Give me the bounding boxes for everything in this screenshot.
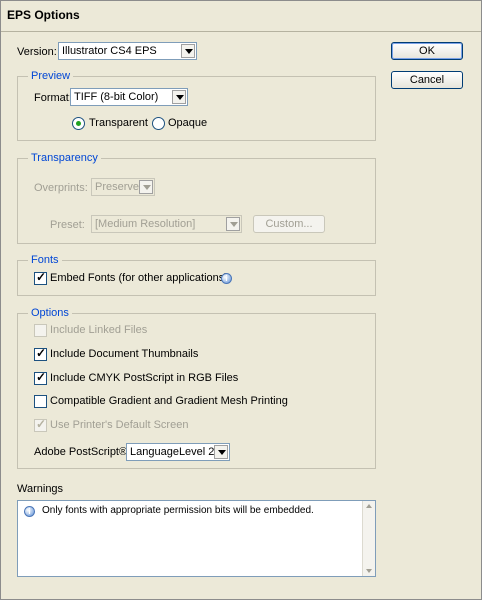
version-label: Version:: [17, 46, 57, 58]
transparency-legend: Transparency: [28, 152, 101, 164]
opaque-radio[interactable]: [152, 117, 165, 130]
scroll-up-icon: [366, 504, 372, 508]
format-value: TIFF (8-bit Color): [74, 91, 159, 103]
preset-value: [Medium Resolution]: [95, 218, 196, 230]
embed-fonts-label[interactable]: Embed Fonts (for other applications): [50, 272, 228, 284]
postscript-select[interactable]: LanguageLevel 2: [126, 443, 230, 461]
info-icon: i: [24, 506, 35, 517]
warnings-box: i Only fonts with appropriate permission…: [17, 500, 376, 577]
include-thumbnails-checkbox[interactable]: [34, 346, 47, 361]
chevron-down-icon: [139, 180, 153, 194]
warnings-scrollbar[interactable]: [362, 501, 375, 576]
transparent-radio[interactable]: [72, 117, 85, 130]
postscript-label: Adobe PostScript®:: [34, 446, 131, 458]
custom-button[interactable]: Custom...: [253, 215, 325, 233]
preview-group: [17, 76, 376, 141]
title-divider: [1, 31, 481, 32]
chevron-down-icon: [214, 445, 228, 459]
use-printer-screen-checkbox[interactable]: [34, 417, 47, 432]
overprints-label: Overprints:: [34, 182, 88, 194]
overprints-select[interactable]: Preserve: [91, 178, 155, 196]
include-cmyk-label[interactable]: Include CMYK PostScript in RGB Files: [50, 372, 238, 384]
chevron-down-icon: [226, 217, 240, 231]
overprints-value: Preserve: [95, 181, 140, 193]
preset-label: Preset:: [50, 219, 85, 231]
embed-fonts-checkbox[interactable]: [34, 270, 47, 285]
format-label: Format:: [34, 92, 72, 104]
opaque-label[interactable]: Opaque: [168, 117, 207, 129]
ok-button[interactable]: OK: [391, 42, 463, 60]
format-select[interactable]: TIFF (8-bit Color): [70, 88, 188, 106]
postscript-value: LanguageLevel 2: [130, 446, 215, 458]
fonts-legend: Fonts: [28, 254, 62, 266]
eps-options-dialog: EPS Options Version: Illustrator CS4 EPS…: [0, 0, 482, 600]
include-linked-checkbox[interactable]: [34, 324, 47, 337]
version-value: Illustrator CS4 EPS: [62, 45, 157, 57]
cancel-button[interactable]: Cancel: [391, 71, 463, 89]
compatible-gradient-label[interactable]: Compatible Gradient and Gradient Mesh Pr…: [50, 395, 288, 407]
use-printer-screen-label: Use Printer's Default Screen: [50, 419, 189, 431]
compatible-gradient-checkbox[interactable]: [34, 395, 47, 408]
include-linked-label: Include Linked Files: [50, 324, 148, 336]
chevron-down-icon: [181, 44, 195, 58]
warning-message: Only fonts with appropriate permission b…: [42, 505, 314, 516]
include-cmyk-checkbox[interactable]: [34, 370, 47, 385]
dialog-title: EPS Options: [7, 8, 80, 22]
version-select[interactable]: Illustrator CS4 EPS: [58, 42, 197, 60]
transparent-label[interactable]: Transparent: [89, 117, 148, 129]
options-legend: Options: [28, 307, 72, 319]
preview-legend: Preview: [28, 70, 74, 82]
warnings-label: Warnings: [17, 483, 64, 495]
info-icon[interactable]: i: [221, 273, 232, 284]
include-thumbnails-label[interactable]: Include Document Thumbnails: [50, 348, 198, 360]
scroll-down-icon: [366, 569, 372, 573]
title-bar: EPS Options: [1, 1, 481, 31]
chevron-down-icon: [172, 90, 186, 104]
preset-select[interactable]: [Medium Resolution]: [91, 215, 242, 233]
